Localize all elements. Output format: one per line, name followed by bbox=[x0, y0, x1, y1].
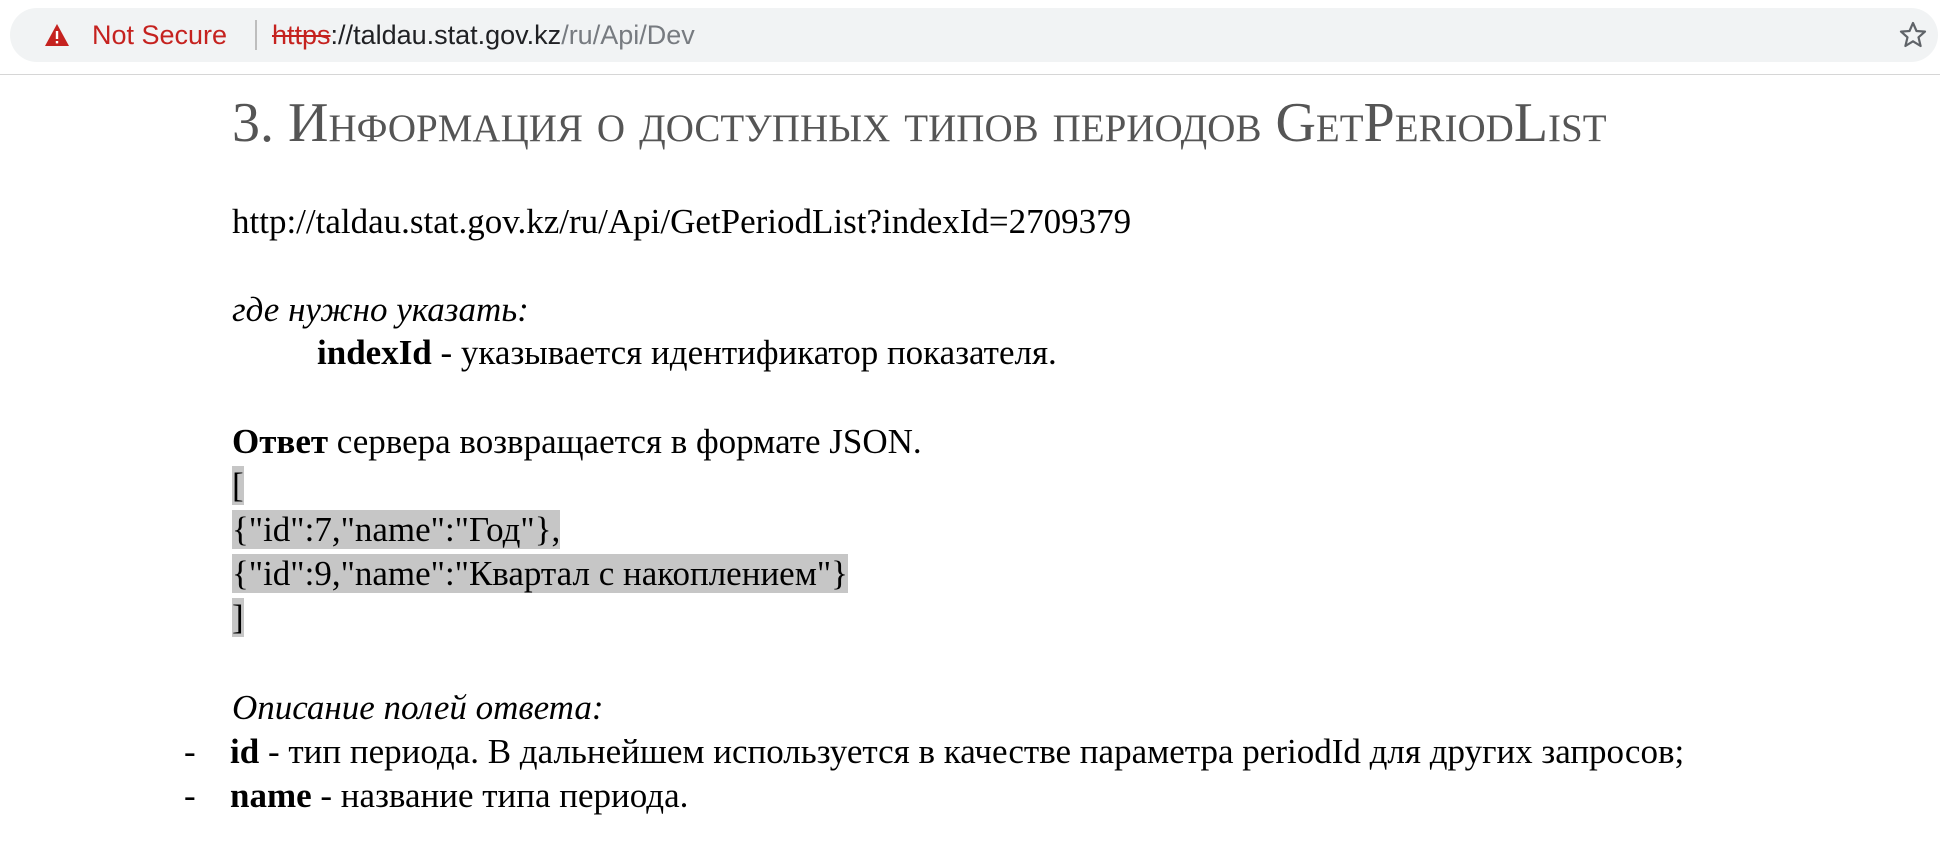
response-text: сервера возвращается в формате JSON. bbox=[328, 422, 922, 461]
response-bold: Ответ bbox=[232, 422, 329, 461]
list-dash: - bbox=[184, 732, 196, 771]
field-name: id bbox=[230, 732, 260, 771]
json-line-text: {"id":9,"name":"Квартал с накоплением"} bbox=[232, 554, 848, 593]
json-example: [ {"id":7,"name":"Год"}, {"id":9,"name":… bbox=[232, 464, 848, 640]
json-line-text: {"id":7,"name":"Год"}, bbox=[232, 510, 561, 549]
url-host: taldau.stat.gov.kz bbox=[353, 20, 562, 50]
field-description: - тип периода. В дальнейшем используется… bbox=[259, 732, 1685, 771]
json-line: {"id":7,"name":"Год"}, bbox=[232, 508, 848, 552]
list-dash: - bbox=[184, 776, 196, 815]
url-text[interactable]: https://taldau.stat.gov.kz/ru/Api/Dev bbox=[272, 21, 695, 49]
list-item: - id - тип периода. В дальнейшем использу… bbox=[184, 730, 1684, 774]
address-separator bbox=[255, 20, 257, 50]
list-item: - name - название типа периода. bbox=[184, 774, 688, 818]
json-line-text: [ bbox=[232, 466, 244, 505]
url-path: /ru/Api/Dev bbox=[561, 20, 695, 50]
params-intro: где нужно указать: bbox=[232, 290, 529, 329]
json-line: {"id":9,"name":"Квартал с накоплением"} bbox=[232, 552, 848, 596]
not-secure-label[interactable]: Not Secure bbox=[92, 21, 227, 49]
json-line: [ bbox=[232, 464, 848, 508]
page-content: 3. Информация о доступных типов периодов… bbox=[0, 74, 1940, 860]
json-line-text: ] bbox=[232, 598, 244, 637]
star-icon[interactable] bbox=[1898, 20, 1928, 50]
json-line: ] bbox=[232, 596, 848, 640]
field-name: name bbox=[230, 776, 312, 815]
field-description: - название типа периода. bbox=[311, 776, 689, 815]
url-scheme-separator: :// bbox=[330, 20, 354, 50]
address-bar[interactable]: Not Secure https://taldau.stat.gov.kz/ru… bbox=[10, 8, 1938, 62]
param-description: indexId - указывается идентификатор пока… bbox=[317, 331, 1057, 375]
fields-intro: Описание полей ответа: bbox=[232, 688, 604, 727]
warning-triangle-icon[interactable] bbox=[44, 23, 70, 47]
section-heading: 3. Информация о доступных типов периодов… bbox=[232, 92, 1607, 154]
url-scheme: https bbox=[272, 20, 331, 50]
browser-toolbar: Not Secure https://taldau.stat.gov.kz/ru… bbox=[0, 0, 1940, 75]
response-description: Ответ сервера возвращается в формате JSO… bbox=[232, 420, 922, 464]
request-url: http://taldau.stat.gov.kz/ru/Api/GetPeri… bbox=[232, 202, 1132, 241]
param-name: indexId bbox=[317, 333, 432, 372]
param-text: - указывается идентификатор показателя. bbox=[431, 333, 1057, 372]
